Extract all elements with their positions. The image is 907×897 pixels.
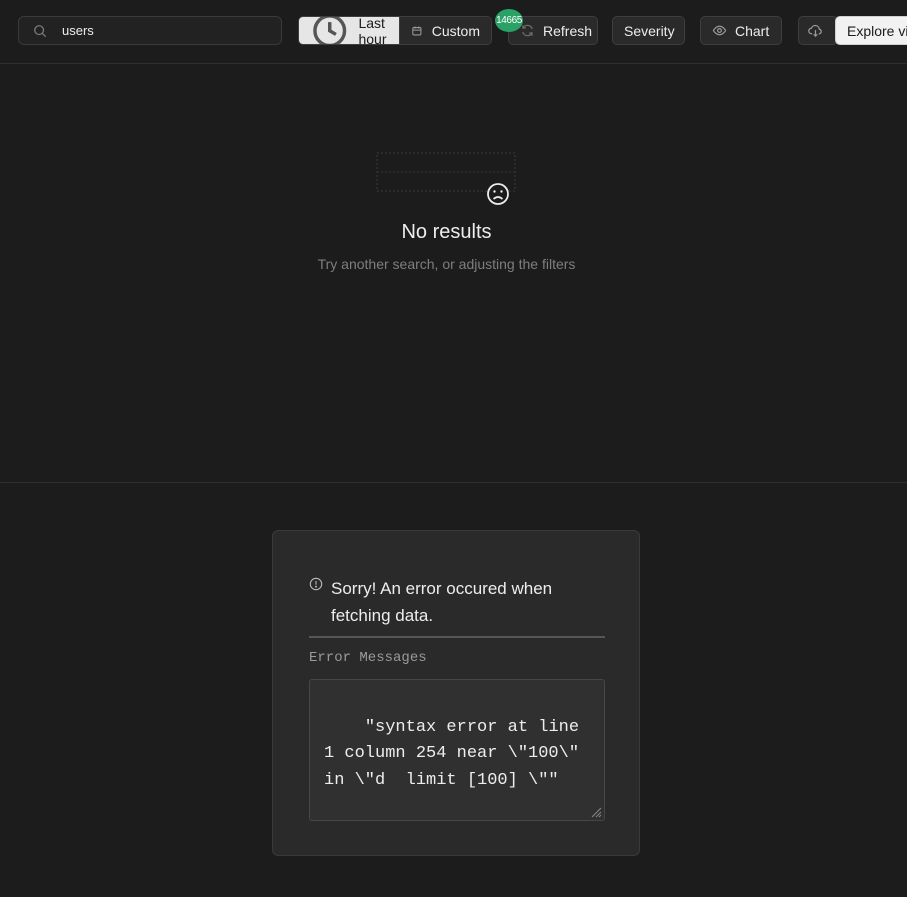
cloud-download-icon xyxy=(808,24,822,37)
no-results-hint: Try another search, or adjusting the fil… xyxy=(317,256,576,272)
refresh-count-badge: 14665 xyxy=(495,9,523,32)
custom-range-button[interactable]: Custom xyxy=(399,17,491,44)
error-divider xyxy=(309,636,605,638)
last-hour-label: Last hour xyxy=(358,16,387,45)
severity-button[interactable]: Severity xyxy=(612,16,685,45)
error-message-text: "syntax error at line 1 column 254 near … xyxy=(324,717,590,790)
calendar-icon xyxy=(412,26,422,36)
search-input[interactable]: users xyxy=(18,16,282,45)
resize-handle-icon[interactable] xyxy=(590,806,602,818)
explore-via-button[interactable]: Explore via xyxy=(835,16,907,45)
empty-results-illustration xyxy=(376,152,516,205)
alert-circle-icon xyxy=(309,577,323,591)
error-messages-label: Error Messages xyxy=(309,650,427,666)
last-hour-button[interactable]: Last hour xyxy=(299,17,399,44)
custom-range-label: Custom xyxy=(431,22,480,39)
error-title: Sorry! An error occured when fetching da… xyxy=(331,579,553,625)
download-button[interactable] xyxy=(798,16,838,45)
sad-face-icon xyxy=(487,183,509,205)
explore-via-label: Explore via xyxy=(847,22,907,39)
severity-label: Severity xyxy=(624,22,675,39)
search-icon xyxy=(34,24,47,37)
error-card: Sorry! An error occured when fetching da… xyxy=(272,530,640,856)
refresh-icon xyxy=(522,24,533,37)
chart-label: Chart xyxy=(735,22,770,39)
no-results-title: No results xyxy=(401,221,492,243)
time-range-selector: Last hour Custom xyxy=(298,16,492,45)
toolbar: users Last hour Custom Refresh 14665 Sev… xyxy=(0,0,907,64)
eye-icon xyxy=(712,25,727,36)
refresh-label: Refresh xyxy=(543,22,593,39)
results-panel xyxy=(0,64,907,483)
error-message-textarea[interactable]: "syntax error at line 1 column 254 near … xyxy=(309,679,605,821)
clock-icon xyxy=(313,17,347,44)
search-value: users xyxy=(62,23,94,38)
chart-toggle-button[interactable]: Chart xyxy=(700,16,782,45)
